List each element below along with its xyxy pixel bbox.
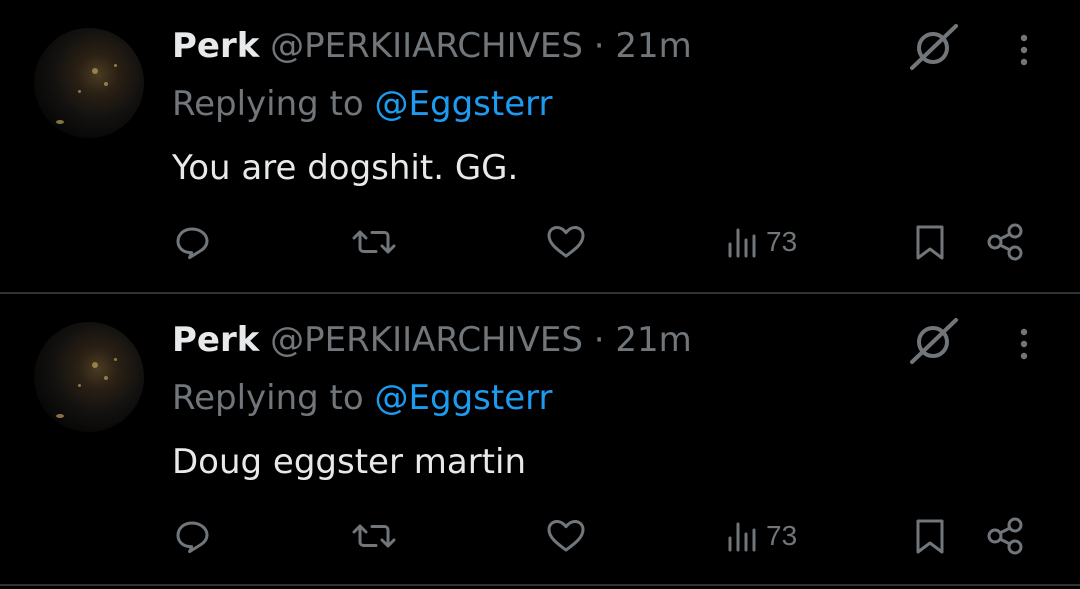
avatar[interactable] (34, 28, 144, 138)
views-button[interactable]: 73 (724, 218, 797, 266)
tweet-text: Doug eggster martin (172, 442, 527, 482)
author-handle[interactable]: @PERKIIARCHIVES (270, 320, 583, 360)
separator: · (593, 320, 605, 360)
tweet-header: Perk @PERKIIARCHIVES · 21m (172, 320, 692, 360)
replying-to: Replying to @Eggsterr (172, 84, 552, 124)
views-count: 73 (766, 520, 798, 551)
author-name[interactable]: Perk (172, 320, 259, 360)
tweet[interactable]: Perk @PERKIIARCHIVES · 21m Replying to @… (0, 294, 1080, 587)
retweet-icon (352, 516, 396, 556)
share-button[interactable] (984, 512, 1028, 560)
share-icon (984, 516, 1028, 556)
retweet-button[interactable] (352, 512, 396, 560)
action-bar: 73 (0, 512, 1080, 562)
mention-link[interactable]: @Eggsterr (375, 84, 553, 124)
reply-icon (172, 516, 212, 556)
like-button[interactable] (544, 512, 588, 560)
retweet-button[interactable] (352, 218, 396, 266)
bookmark-icon (910, 222, 950, 262)
avatar[interactable] (34, 322, 144, 432)
reply-icon (172, 222, 212, 262)
bookmark-button[interactable] (910, 218, 950, 266)
share-icon (984, 222, 1028, 262)
like-button[interactable] (544, 218, 588, 266)
heart-icon (544, 222, 588, 262)
divider (0, 584, 1080, 586)
tweet[interactable]: Perk @PERKIIARCHIVES · 21m Replying to @… (0, 0, 1080, 293)
separator: · (593, 26, 605, 66)
tweet-text: You are dogshit. GG. (172, 148, 519, 188)
timestamp[interactable]: 21m (615, 26, 691, 66)
mention-link[interactable]: @Eggsterr (375, 378, 553, 418)
author-handle[interactable]: @PERKIIARCHIVES (270, 26, 583, 66)
grok-icon[interactable] (906, 22, 962, 72)
views-button[interactable]: 73 (724, 512, 797, 560)
views-count: 73 (766, 226, 798, 257)
author-name[interactable]: Perk (172, 26, 259, 66)
replying-prefix: Replying to (172, 84, 364, 124)
action-bar: 73 (0, 218, 1080, 268)
replying-prefix: Replying to (172, 378, 364, 418)
share-button[interactable] (984, 218, 1028, 266)
heart-icon (544, 516, 588, 556)
tweet-header: Perk @PERKIIARCHIVES · 21m (172, 26, 692, 66)
more-icon[interactable] (1006, 30, 1042, 70)
replying-to: Replying to @Eggsterr (172, 378, 552, 418)
retweet-icon (352, 222, 396, 262)
bookmark-icon (910, 516, 950, 556)
grok-icon[interactable] (906, 316, 962, 366)
views-icon (724, 222, 764, 262)
views-icon (724, 516, 764, 556)
more-icon[interactable] (1006, 324, 1042, 364)
reply-button[interactable] (172, 218, 212, 266)
bookmark-button[interactable] (910, 512, 950, 560)
timestamp[interactable]: 21m (615, 320, 691, 360)
reply-button[interactable] (172, 512, 212, 560)
